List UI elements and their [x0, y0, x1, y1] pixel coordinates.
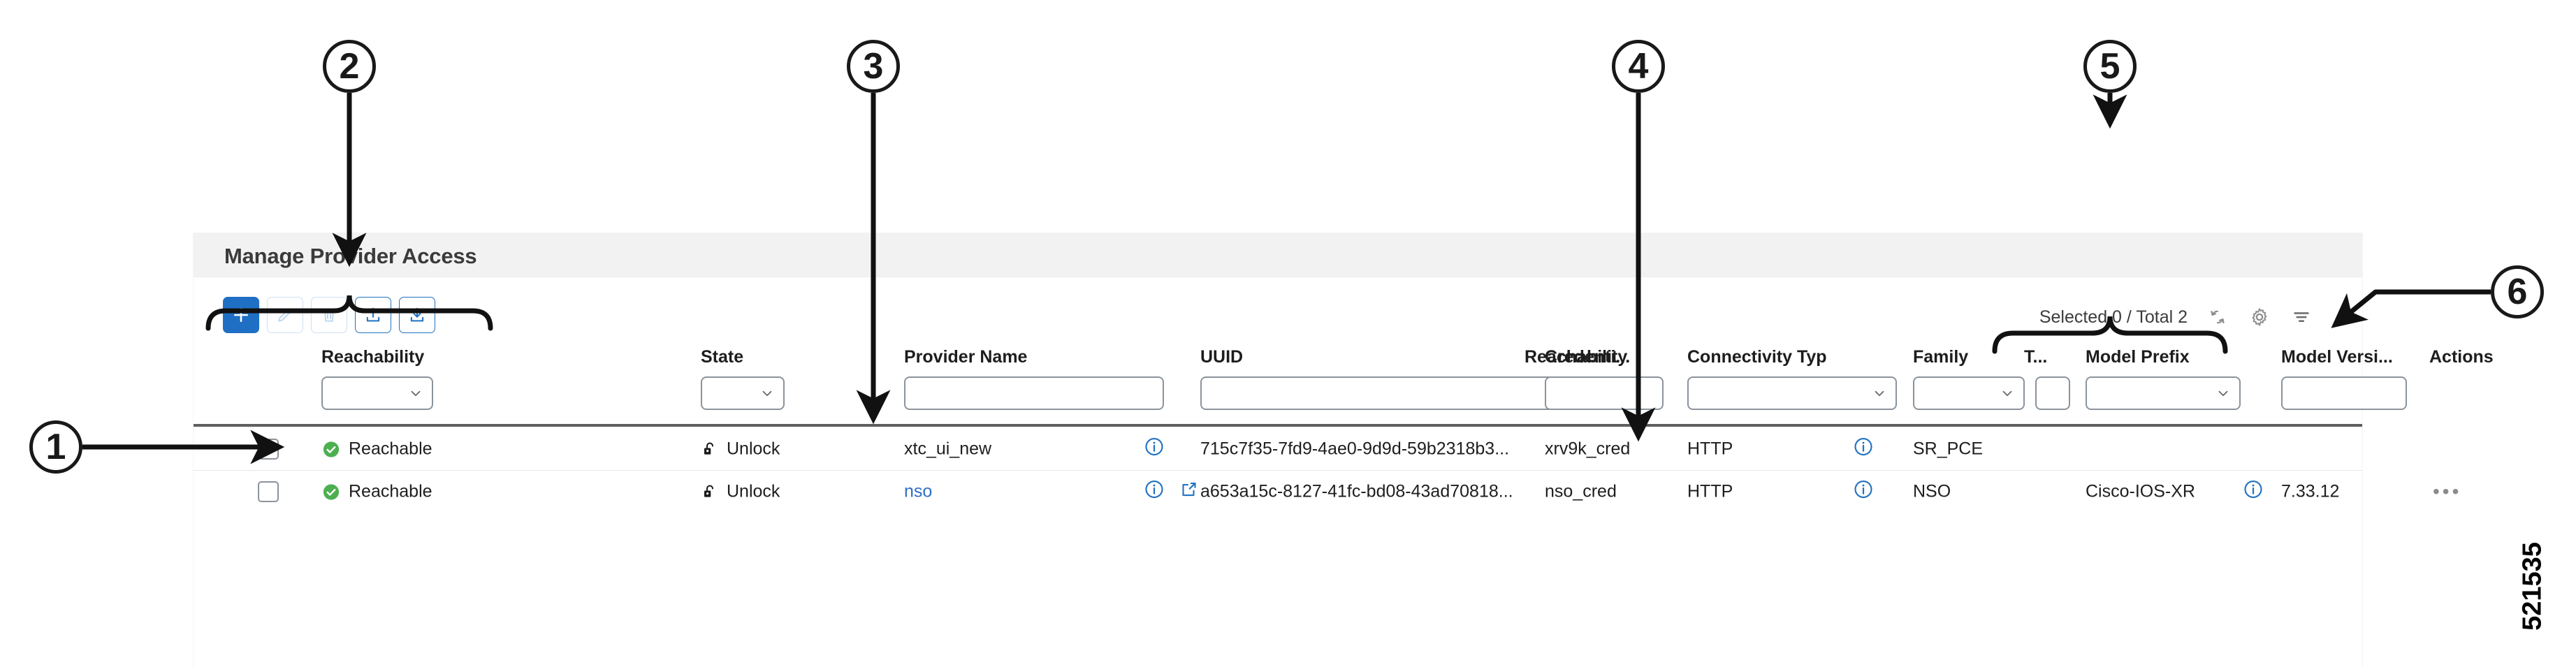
external-link-icon[interactable] [1179, 479, 1200, 505]
callout-2: 2 [323, 40, 376, 93]
download-icon [410, 307, 424, 322]
cell-reachability: Reachable [321, 482, 432, 502]
table-status-bar: Selected 0 / Total 2 [2039, 305, 2313, 329]
cell-reachability-text: Reachable [349, 481, 432, 501]
filter-icon[interactable] [2290, 305, 2313, 329]
col-header-connectivity-type[interactable]: Connectivity Typ [1687, 347, 1827, 367]
family-info-icon[interactable] [1853, 437, 1874, 462]
col-header-reachability-label[interactable]: Reachability [321, 347, 424, 367]
cell-provider-name: xtc_ui_new [904, 439, 992, 459]
cell-state: Unlock [701, 439, 780, 460]
filter-model-prefix[interactable] [2086, 376, 2241, 410]
gear-icon[interactable] [2248, 305, 2271, 329]
add-button[interactable] [223, 297, 259, 333]
refresh-icon[interactable] [2206, 305, 2229, 329]
filter-connectivity-type[interactable] [1687, 376, 1897, 410]
col-header-provider-name[interactable]: Provider Name [904, 347, 1027, 367]
check-circle-icon [323, 483, 340, 500]
callout-5: 5 [2083, 40, 2137, 93]
figure-code: 521535 [2512, 518, 2554, 665]
check-circle-icon [323, 441, 340, 457]
row-checkbox[interactable] [258, 481, 279, 502]
unlock-icon [704, 484, 714, 497]
col-header-t[interactable]: T... [2024, 347, 2047, 367]
callout-4: 4 [1612, 40, 1665, 93]
cell-uuid: a653a15c-8127-41fc-bd08-43ad70818... [1200, 481, 1513, 501]
export-button[interactable] [399, 297, 435, 333]
filter-family[interactable] [1913, 376, 2025, 410]
col-header-uuid[interactable]: UUID [1200, 347, 1243, 367]
col-header-model-version[interactable]: Model Versi... [2281, 347, 2393, 367]
edit-button[interactable] [267, 297, 303, 333]
pencil-icon [278, 308, 292, 322]
table-toolbar [223, 297, 435, 333]
screenshot-stage: Manage Provider Access Selected 0 / Tota… [0, 0, 2576, 667]
filter-provider-name[interactable] [904, 376, 1164, 410]
col-header-model-prefix[interactable]: Model Prefix [2086, 347, 2190, 367]
row-checkbox[interactable] [258, 439, 279, 460]
filter-t[interactable] [2035, 376, 2070, 410]
plus-icon [234, 308, 248, 322]
table-header-row: Reachability Reachability State Provider… [194, 347, 2494, 424]
cell-connectivity-type: HTTP [1687, 439, 1733, 459]
cell-state-text: Unlock [727, 439, 780, 459]
cell-reachability-text: Reachable [349, 439, 432, 459]
chevron-down-icon [2002, 390, 2012, 397]
cell-state-text: Unlock [727, 481, 780, 501]
col-header-actions[interactable]: Actions [2429, 347, 2494, 367]
cell-reachability: Reachable [321, 439, 432, 460]
providers-table: Reachability Reachability State Provider… [194, 347, 2494, 513]
cell-model-version: 7.33.12 [2281, 481, 2340, 501]
selection-summary: Selected 0 / Total 2 [2039, 307, 2188, 327]
unlock-icon [704, 441, 714, 455]
filter-model-version[interactable] [2281, 376, 2407, 410]
cell-provider-name-link[interactable]: nso [904, 482, 932, 502]
callout-6: 6 [2491, 265, 2544, 318]
col-header-state[interactable]: State [701, 347, 743, 367]
col-header-credentials[interactable]: Credenti... [1545, 347, 1630, 367]
table-row[interactable]: Reachable Unlock nso a653a15c-8127-41fc-… [194, 470, 2459, 513]
cell-family: SR_PCE [1913, 439, 1984, 459]
header-divider [194, 424, 2362, 427]
upload-icon [366, 307, 380, 322]
delete-button[interactable] [311, 297, 347, 333]
callout-1: 1 [29, 420, 82, 474]
cell-credentials: nso_cred [1545, 481, 1617, 501]
chevron-down-icon [411, 390, 421, 397]
panel-header: Manage Provider Access [194, 233, 2362, 277]
cell-connectivity-type: HTTP [1687, 481, 1733, 501]
uuid-info-icon[interactable] [1144, 437, 1165, 462]
filter-uuid[interactable] [1200, 376, 1562, 410]
page-title: Manage Provider Access [224, 244, 477, 268]
trash-icon [322, 308, 336, 322]
cell-state: Unlock [701, 482, 780, 502]
cell-model-prefix: Cisco-IOS-XR [2086, 481, 2195, 501]
cell-family: NSO [1913, 481, 1951, 501]
cell-credentials: xrv9k_cred [1545, 439, 1631, 459]
row-actions-menu[interactable]: ••• [2433, 482, 2461, 501]
uuid-info-icon[interactable] [1144, 479, 1165, 505]
filter-credentials[interactable] [1545, 376, 1664, 410]
import-button[interactable] [355, 297, 391, 333]
table-row[interactable]: Reachable Unlock xtc_ui_new 715c7f35-7fd… [194, 428, 2362, 470]
family-info-icon[interactable] [1853, 479, 1874, 505]
chevron-down-icon [1875, 390, 1884, 397]
filter-reachability[interactable] [321, 376, 433, 410]
figure-code-text: 521535 [2517, 542, 2547, 631]
panel-body: Selected 0 / Total 2 Reachability Reacha… [194, 277, 2494, 667]
callout-3: 3 [847, 40, 900, 93]
manage-provider-access-panel: Manage Provider Access Selected 0 / Tota… [194, 233, 2494, 667]
chevron-down-icon [2218, 390, 2228, 397]
chevron-down-icon [762, 390, 772, 397]
filter-state[interactable] [701, 376, 785, 410]
model-prefix-info-icon[interactable] [2243, 479, 2264, 505]
cell-uuid: 715c7f35-7fd9-4ae0-9d9d-59b2318b3... [1200, 439, 1510, 459]
col-header-family[interactable]: Family [1913, 347, 1968, 367]
